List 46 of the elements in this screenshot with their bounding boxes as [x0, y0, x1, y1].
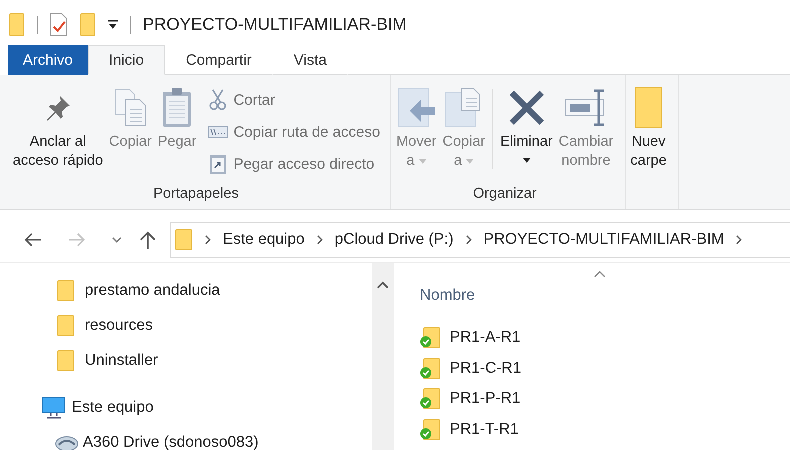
folder-icon — [57, 280, 75, 302]
file-row[interactable]: PR1-C-R1 — [420, 354, 790, 384]
clipboard-icon — [161, 87, 194, 129]
chevron-right-icon[interactable] — [466, 235, 472, 245]
monitor-icon — [42, 396, 66, 418]
folder-icon — [57, 314, 75, 336]
ribbon-button[interactable]: Eliminar — [497, 75, 556, 163]
breadcrumb-item[interactable]: PROYECTO-MULTIFAMILIAR-BIM — [484, 231, 724, 249]
folder-icon — [634, 86, 664, 130]
file-row[interactable]: PR1-T-R1 — [420, 414, 790, 445]
nav-item[interactable]: resources — [0, 308, 372, 343]
column-header[interactable]: Nombre — [420, 287, 476, 305]
ribbon-button[interactable]: Nuev carpe — [628, 75, 670, 171]
ribbon-tab[interactable]: Inicio — [88, 45, 166, 75]
scrollbar[interactable] — [372, 263, 394, 450]
folder-icon — [57, 350, 75, 372]
cloud-drive-icon — [55, 434, 79, 450]
file-row[interactable]: PR1-A-R1 — [420, 323, 790, 354]
ribbon-group-label: Portapapeles — [152, 186, 240, 204]
scroll-up-icon[interactable] — [377, 281, 389, 289]
customize-dropdown-icon[interactable] — [108, 20, 118, 30]
window-title: PROYECTO-MULTIFAMILIAR-BIM — [143, 14, 407, 34]
ribbon-group-label: Organizar — [472, 186, 538, 204]
address-field[interactable]: Este equipo pCloud Drive (P:) PROYECTO-MULTIFAMILIAR-BIM — [170, 222, 790, 258]
copy-icon — [114, 88, 148, 128]
chevron-right-icon[interactable] — [316, 235, 323, 245]
nav-item[interactable]: A360 Drive (sdonoso083) — [0, 425, 372, 450]
nav-item[interactable]: prestamo andalucia — [0, 273, 372, 308]
back-button[interactable] — [24, 233, 42, 247]
move-to-icon — [396, 87, 437, 129]
ribbon-tab[interactable]: Archivo — [8, 45, 88, 75]
recent-locations-chevron-icon[interactable] — [112, 237, 122, 243]
path-icon — [208, 126, 228, 138]
up-arrow-icon[interactable] — [140, 231, 156, 249]
chevron-right-icon[interactable] — [205, 235, 211, 245]
folder-icon — [175, 229, 193, 251]
breadcrumb-item[interactable]: Este equipo — [223, 231, 305, 249]
nav-item[interactable]: Uninstaller — [0, 343, 372, 378]
chevron-right-icon[interactable] — [736, 235, 742, 245]
checklist-document-icon[interactable] — [50, 12, 68, 36]
file-row[interactable]: PR1-P-R1 — [420, 384, 790, 414]
scissors-icon — [208, 89, 228, 111]
nav-item[interactable]: Este equipo — [0, 390, 372, 425]
breadcrumb-item[interactable]: pCloud Drive (P:) — [334, 231, 454, 249]
ribbon-button[interactable]: Anclar al acceso rápido — [10, 75, 106, 171]
paste-shortcut-icon — [208, 153, 228, 175]
